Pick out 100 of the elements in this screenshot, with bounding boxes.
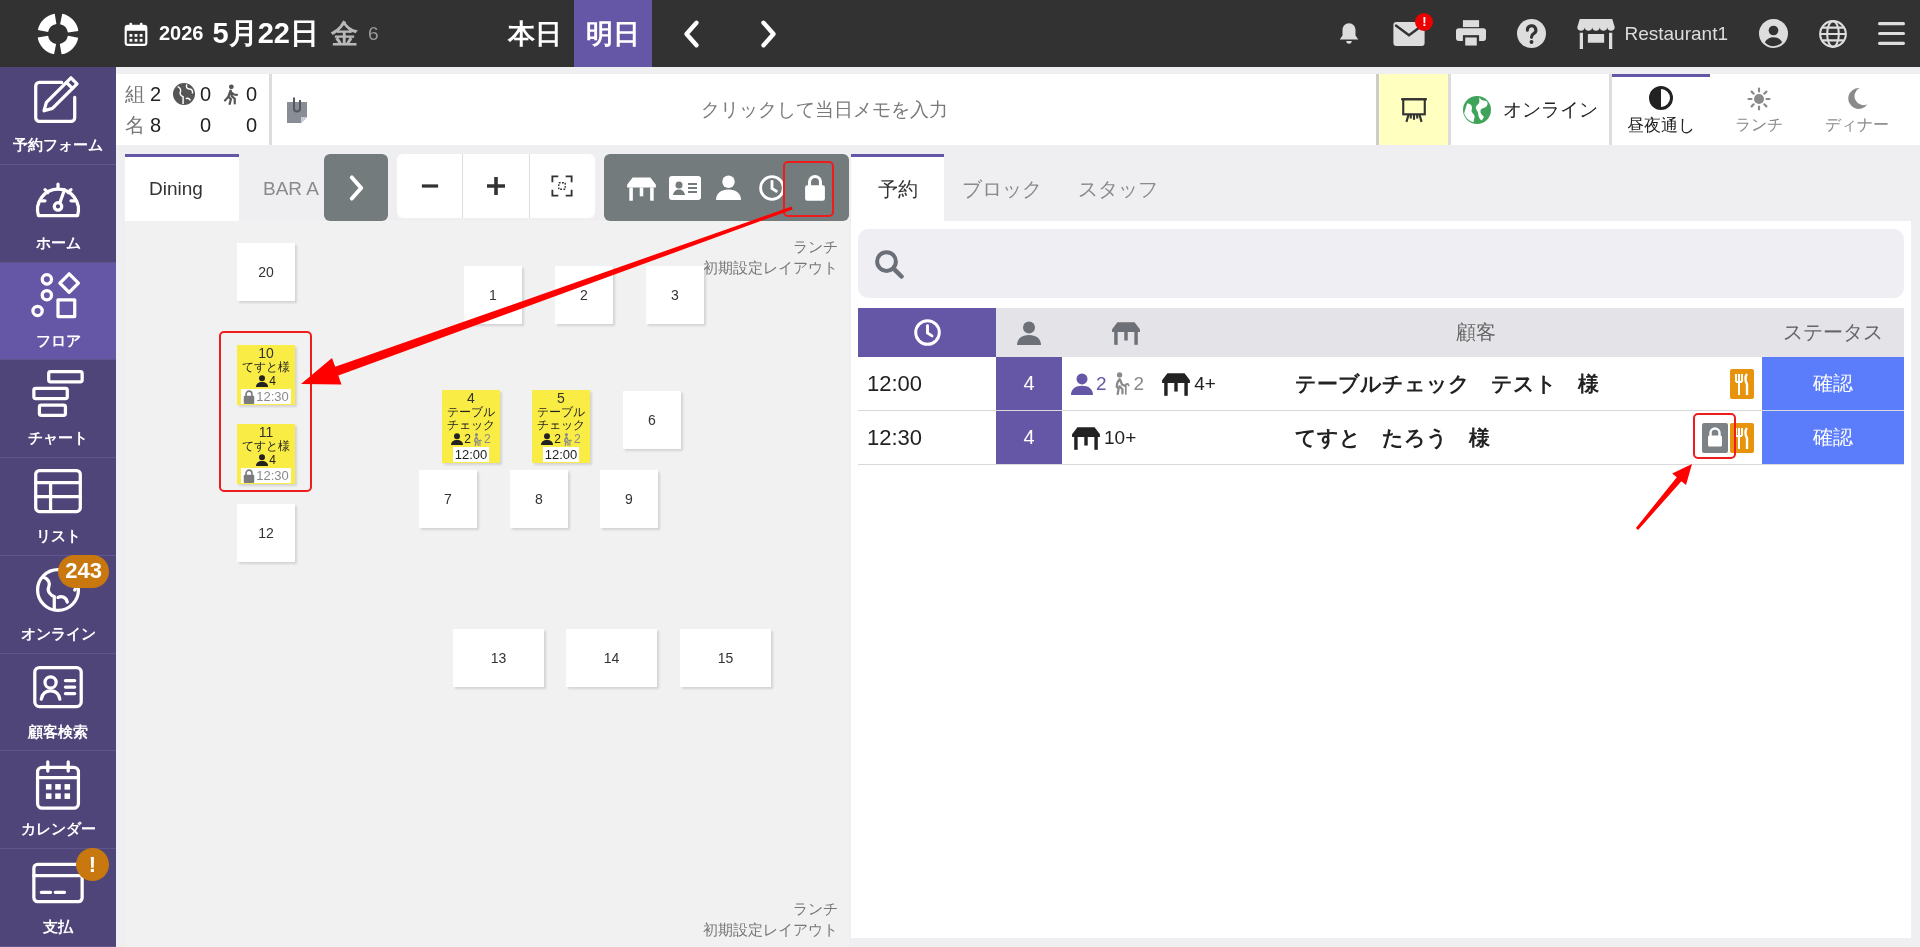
menu-icon[interactable] <box>1878 22 1905 45</box>
service-label: ランチ <box>793 899 838 919</box>
guest-count: 2 <box>464 432 471 446</box>
table-tile[interactable]: 13 <box>453 629 544 687</box>
sidebar-item[interactable]: カレンダー <box>0 751 116 850</box>
guest-count: 4 <box>269 453 276 467</box>
sidebar-item[interactable]: ホーム <box>0 164 116 263</box>
guest-name: テーブルチェック <box>446 406 496 432</box>
senior-count: 2 <box>574 432 581 446</box>
sidebar-item[interactable]: フロア <box>0 262 116 361</box>
layout-name: 初期設定レイアウト <box>703 258 838 278</box>
count-value: 0 <box>200 82 213 106</box>
sidebar-item[interactable]: リスト <box>0 458 116 556</box>
table-icon <box>1071 425 1101 450</box>
day-button[interactable]: 明日 <box>574 0 652 67</box>
table-number: 4 <box>467 391 475 406</box>
reservation-time: 12:00 <box>866 370 923 397</box>
chevron-left-icon[interactable] <box>682 18 701 49</box>
table-tile[interactable]: 9 <box>600 470 658 528</box>
table-tile[interactable]: 3 <box>646 266 704 324</box>
reservation-time: 12:00 <box>454 447 488 462</box>
id-card-icon[interactable] <box>669 175 702 200</box>
person-icon <box>256 454 269 466</box>
table-number: 8 <box>535 491 543 507</box>
sidebar-item[interactable]: 顧客検索 <box>0 653 116 752</box>
person-icon[interactable] <box>716 175 741 200</box>
display-toggle-button[interactable] <box>1376 74 1451 145</box>
user-icon[interactable] <box>1759 19 1788 48</box>
table-number: 20 <box>258 264 274 280</box>
notification-badge: ! <box>1415 12 1434 31</box>
year-text: 2026 <box>159 22 204 45</box>
table-icon <box>1161 371 1192 396</box>
calendar-icon <box>123 20 149 47</box>
table-number: 11 <box>258 425 274 440</box>
table-number: 14 <box>603 650 620 666</box>
table-tile[interactable]: 11 てすと様 4 12:30 <box>237 424 295 484</box>
day-note: 6 <box>367 22 379 45</box>
table-tile[interactable]: 7 <box>419 470 477 528</box>
count-badge: ! <box>76 848 109 882</box>
sidebar-item[interactable]: オンライン 243 <box>0 555 116 654</box>
fit-screen-icon[interactable] <box>551 175 574 197</box>
table-icon[interactable] <box>626 174 658 201</box>
sidebar-item[interactable]: チャート <box>0 360 116 459</box>
sidebar-item[interactable]: 予約フォーム <box>0 67 116 165</box>
clipped-note-icon <box>285 95 309 124</box>
search-field[interactable] <box>858 229 1904 298</box>
printer-icon[interactable] <box>1456 19 1487 48</box>
plus-icon[interactable] <box>486 176 506 196</box>
table-tile[interactable]: 20 <box>237 243 295 301</box>
floor-tab[interactable]: Dining <box>125 154 239 221</box>
expand-button[interactable] <box>324 154 388 221</box>
cutlery-icon <box>1730 422 1754 453</box>
count-badge: 243 <box>58 554 109 588</box>
half-circle-icon <box>1649 85 1673 110</box>
day-button[interactable]: 本日 <box>496 0 574 67</box>
status-button[interactable]: 確認 <box>1762 357 1904 410</box>
globe-icon[interactable] <box>1819 19 1847 48</box>
table-tile[interactable]: 15 <box>680 629 771 687</box>
reservation-time: 12:30 <box>866 424 923 451</box>
customer-name: てすと たろう 様 <box>1295 424 1490 452</box>
online-button[interactable]: オンライン <box>1451 74 1609 145</box>
table-tile[interactable]: 14 <box>566 629 657 687</box>
column-header: 顧客 <box>1456 320 1496 345</box>
count-value: 0 <box>246 82 259 106</box>
senior-count: 2 <box>1133 372 1145 395</box>
count-value: 8 <box>150 113 163 137</box>
table-tile[interactable]: 4 テーブルチェック 2 2 12:00 <box>442 390 500 463</box>
lock-icon <box>243 389 256 404</box>
memo-field[interactable]: クリックして当日メモを入力 <box>313 74 1376 145</box>
count-value: 2 <box>150 82 163 106</box>
table-tile[interactable]: 12 <box>237 504 295 562</box>
table-tile[interactable]: 8 <box>510 470 568 528</box>
table-tile[interactable]: 5 テーブルチェック 2 2 12:00 <box>532 390 590 463</box>
table-number: 15 <box>717 650 734 666</box>
clock-icon <box>913 319 941 346</box>
summary-label: 名 <box>125 112 146 138</box>
clock-icon[interactable] <box>758 174 785 201</box>
column-header: ステータス <box>1783 320 1883 345</box>
senior-count: 2 <box>484 432 491 446</box>
table-number: 2 <box>580 287 588 303</box>
reservation-time: 12:30 <box>256 468 289 483</box>
panel-tab[interactable]: 予約 <box>851 154 944 221</box>
store-button[interactable]: Restaurant1 <box>1577 18 1728 49</box>
party-size-cell: 4 <box>996 411 1062 464</box>
lock-icon[interactable] <box>804 174 827 201</box>
table-number: 5 <box>557 391 565 406</box>
summary-label: 組 <box>125 81 146 107</box>
guest-name: てすと様 <box>242 361 290 374</box>
table-tile[interactable]: 10 てすと様 4 12:30 <box>237 345 295 405</box>
globe-icon <box>1462 95 1491 124</box>
table-tile[interactable]: 6 <box>623 391 681 449</box>
sun-icon <box>1747 86 1771 111</box>
person-with-cane-icon <box>472 432 483 446</box>
table-size: 10+ <box>1104 426 1137 449</box>
sidebar-item[interactable]: 支払 ! <box>0 849 116 947</box>
chevron-right-icon[interactable] <box>759 18 778 49</box>
status-button[interactable]: 確認 <box>1762 411 1904 464</box>
table-number: 9 <box>625 491 633 507</box>
person-icon <box>451 433 464 445</box>
help-icon[interactable] <box>1517 19 1547 48</box>
